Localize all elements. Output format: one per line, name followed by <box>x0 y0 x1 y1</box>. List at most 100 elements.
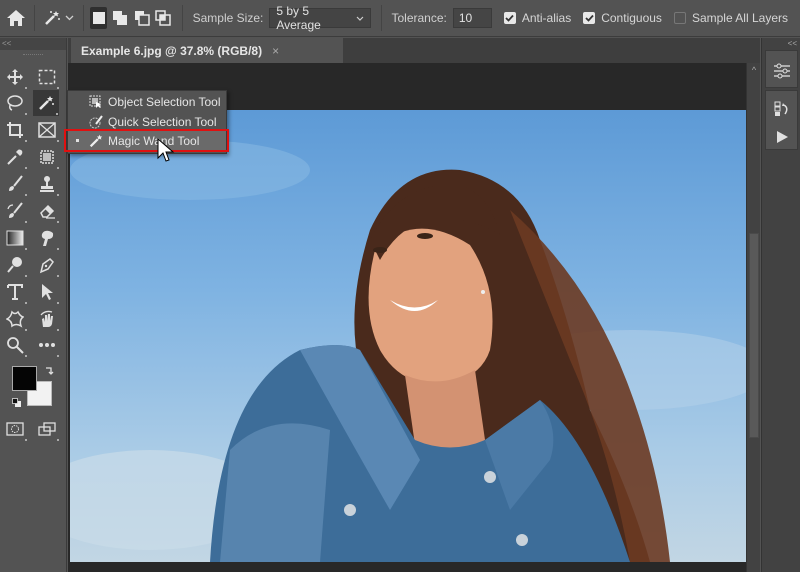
foreground-color-swatch[interactable] <box>12 366 37 391</box>
zoom-icon <box>7 337 24 354</box>
spot-healing-brush-tool[interactable] <box>34 144 60 170</box>
home-button[interactable] <box>4 3 28 33</box>
magic-wand-icon <box>45 11 61 25</box>
quick-mask-button[interactable] <box>2 416 28 442</box>
custom-shape-icon <box>6 310 24 328</box>
scroll-up-icon[interactable]: ^ <box>747 65 761 77</box>
adjustments-button[interactable] <box>766 57 797 85</box>
rectangular-marquee-tool[interactable] <box>34 64 60 90</box>
eraser-tool[interactable] <box>34 198 60 224</box>
swap-colors-button[interactable] <box>44 366 54 376</box>
sample-size-label: Sample Size: <box>192 11 264 25</box>
history-button[interactable] <box>766 95 797 123</box>
screen-mode-icon <box>38 422 56 436</box>
contiguous-checkbox[interactable]: Contiguous <box>583 11 662 25</box>
zoom-tool[interactable] <box>2 332 28 358</box>
anti-alias-label: Anti-alias <box>521 11 572 25</box>
divider <box>181 5 183 31</box>
right-panel-dock: << <box>761 38 800 572</box>
magic-wand-tool[interactable] <box>33 90 59 116</box>
magic-wand-icon <box>39 96 54 110</box>
type-tool[interactable] <box>2 279 28 305</box>
clone-stamp-tool[interactable] <box>34 171 60 197</box>
sample-size-value: 5 by 5 Average <box>276 4 321 32</box>
flyout-item-object-selection[interactable]: Object Selection Tool <box>68 92 226 111</box>
history-brush-tool[interactable] <box>2 198 28 224</box>
more-icon <box>39 343 55 347</box>
document-tab[interactable]: Example 6.jpg @ 37.8% (RGB/8) × <box>71 38 343 63</box>
flyout-item-quick-selection[interactable]: Quick Selection Tool <box>68 112 226 131</box>
eyedropper-tool[interactable] <box>2 144 28 170</box>
intersect-with-selection-button[interactable] <box>154 7 171 29</box>
home-icon <box>6 10 25 26</box>
play-icon <box>776 131 788 143</box>
lasso-icon <box>7 95 23 111</box>
crop-tool[interactable] <box>2 117 28 143</box>
brush-tool[interactable] <box>2 171 28 197</box>
document-tab-bar: Example 6.jpg @ 37.8% (RGB/8) × <box>68 38 760 63</box>
gradient-icon <box>6 230 24 246</box>
path-selection-tool[interactable] <box>34 279 60 305</box>
anti-alias-checkbox[interactable]: Anti-alias <box>503 11 572 25</box>
add-to-selection-button[interactable] <box>111 7 128 29</box>
frame-tool[interactable] <box>34 117 60 143</box>
add-to-selection-icon <box>113 11 128 25</box>
checkbox-checked-icon <box>583 12 596 24</box>
contiguous-label: Contiguous <box>601 11 662 25</box>
subtract-from-selection-icon <box>134 11 150 26</box>
toolbar-grip[interactable] <box>0 50 66 60</box>
panel-collapse-button[interactable]: << <box>762 38 800 50</box>
new-selection-icon <box>92 12 105 24</box>
options-bar: Sample Size: 5 by 5 Average Tolerance: 1… <box>0 0 800 37</box>
document-canvas-image[interactable] <box>70 110 746 562</box>
toolbar-collapse-button[interactable]: << <box>0 38 66 50</box>
flyout-item-label: Magic Wand Tool <box>108 133 200 148</box>
checkbox-checked-icon <box>503 12 516 24</box>
scrollbar-thumb[interactable] <box>749 233 759 438</box>
edit-toolbar-tool[interactable] <box>34 332 60 358</box>
divider <box>33 5 35 31</box>
flyout-item-label: Quick Selection Tool <box>108 114 217 129</box>
screen-mode-button[interactable] <box>34 416 60 442</box>
tolerance-input[interactable]: 10 <box>452 8 492 28</box>
sample-all-layers-label: Sample All Layers <box>691 11 788 25</box>
sample-size-select[interactable]: 5 by 5 Average <box>269 4 371 32</box>
actions-play-button[interactable] <box>766 123 797 151</box>
selection-tools-flyout: Object Selection Tool Quick Selection To… <box>67 90 227 154</box>
subtract-from-selection-button[interactable] <box>133 7 150 29</box>
default-colors-button[interactable] <box>12 398 22 408</box>
sample-all-layers-checkbox[interactable]: Sample All Layers <box>673 11 788 25</box>
dodge-icon <box>7 257 22 273</box>
close-tab-icon[interactable]: × <box>272 44 279 58</box>
crop-icon <box>7 122 23 138</box>
default-colors-icon <box>12 398 21 407</box>
custom-shape-tool[interactable] <box>2 306 28 332</box>
lasso-tool[interactable] <box>2 90 28 116</box>
new-selection-button[interactable] <box>89 7 108 29</box>
portrait-photo <box>70 140 746 562</box>
smudge-tool[interactable] <box>34 225 60 251</box>
tolerance-label: Tolerance: <box>391 11 447 25</box>
history-panel-group <box>765 90 798 150</box>
move-tool[interactable] <box>2 64 28 90</box>
arrow-icon <box>42 284 53 300</box>
tool-preset-picker[interactable] <box>41 3 78 33</box>
history-icon <box>774 101 787 116</box>
hand-rotate-tool[interactable] <box>34 306 60 332</box>
document-tab-title: Example 6.jpg @ 37.8% (RGB/8) <box>81 43 263 58</box>
gradient-tool[interactable] <box>2 225 28 251</box>
divider <box>83 5 84 31</box>
vertical-scrollbar[interactable]: ^ <box>746 63 760 572</box>
flyout-item-magic-wand[interactable]: Magic Wand Tool <box>68 131 226 150</box>
checkbox-unchecked-icon <box>673 12 686 24</box>
dodge-tool[interactable] <box>2 252 28 278</box>
pen-tool[interactable] <box>34 252 60 278</box>
tools-panel: << <box>0 38 67 572</box>
eraser-icon <box>40 204 55 219</box>
object-selection-icon <box>86 95 106 109</box>
move-icon <box>7 69 23 85</box>
brush-icon <box>9 175 23 191</box>
adjustments-panel-group <box>765 50 798 88</box>
mouse-cursor-icon <box>157 138 175 164</box>
pen-icon <box>39 258 54 274</box>
